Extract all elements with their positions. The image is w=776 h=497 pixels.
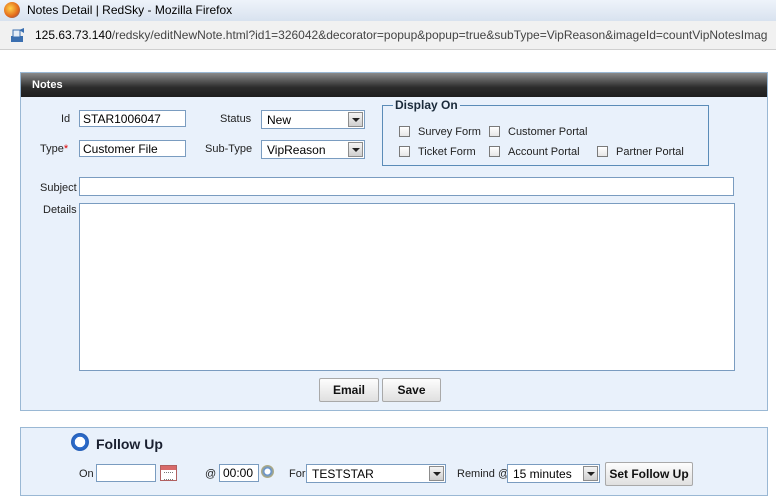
ticket-form-checkbox[interactable] xyxy=(399,146,410,157)
chevron-down-icon[interactable] xyxy=(583,466,598,481)
for-label: For xyxy=(289,468,306,480)
subject-field[interactable] xyxy=(79,177,734,196)
id-field[interactable] xyxy=(79,110,186,127)
display-on-legend: Display On xyxy=(395,98,458,112)
customer-portal-checkbox[interactable] xyxy=(489,126,500,137)
partner-portal-checkbox[interactable] xyxy=(597,146,608,157)
alarm-clock-icon xyxy=(71,433,89,451)
status-select[interactable]: New xyxy=(261,110,365,129)
id-label: Id xyxy=(61,113,71,125)
ticket-form-label: Ticket Form xyxy=(418,146,476,158)
follow-up-title: Follow Up xyxy=(96,436,163,452)
address-bar[interactable]: 125.63.73.140/redsky/editNewNote.html?id… xyxy=(0,21,776,50)
customer-portal-label: Customer Portal xyxy=(508,126,588,138)
chevron-down-icon[interactable] xyxy=(429,466,444,481)
remind-label: Remind @ xyxy=(457,468,510,480)
set-follow-up-button[interactable]: Set Follow Up xyxy=(605,462,693,486)
required-marker: * xyxy=(63,143,69,155)
firefox-icon xyxy=(4,2,20,18)
status-label: Status xyxy=(220,113,252,125)
url-path: /redsky/editNewNote.html?id1=326042&deco… xyxy=(111,28,768,42)
at-label: @ xyxy=(205,468,217,480)
subject-label: Subject xyxy=(40,182,77,194)
notes-panel-header: Notes xyxy=(21,73,767,97)
account-portal-checkbox[interactable] xyxy=(489,146,500,157)
remind-select[interactable]: 15 minutes xyxy=(507,464,600,483)
follow-up-date-field[interactable] xyxy=(96,464,156,482)
clock-icon[interactable] xyxy=(261,465,274,478)
site-identity-icon[interactable] xyxy=(10,27,26,43)
follow-up-for-select[interactable]: TESTSTAR xyxy=(306,464,446,483)
survey-form-checkbox[interactable] xyxy=(399,126,410,137)
subtype-select[interactable]: VipReason xyxy=(261,140,365,159)
subtype-selected-value: VipReason xyxy=(267,143,326,157)
status-selected-value: New xyxy=(267,113,292,127)
on-label: On xyxy=(79,468,94,480)
chevron-down-icon[interactable] xyxy=(348,112,363,127)
remind-selected-value: 15 minutes xyxy=(513,467,572,481)
calendar-icon[interactable] xyxy=(160,465,177,481)
save-button[interactable]: Save xyxy=(382,378,441,402)
window-titlebar: Notes Detail | RedSky - Mozilla Firefox xyxy=(0,0,776,21)
follow-up-time-field[interactable] xyxy=(219,464,259,482)
partner-portal-label: Partner Portal xyxy=(616,146,684,158)
url-host: 125.63.73.140 xyxy=(35,28,112,42)
type-field[interactable] xyxy=(79,140,186,157)
type-label-text: Type xyxy=(40,143,64,155)
account-portal-label: Account Portal xyxy=(508,146,580,158)
survey-form-label: Survey Form xyxy=(418,126,481,138)
subtype-label: Sub-Type xyxy=(205,143,253,155)
for-selected-value: TESTSTAR xyxy=(312,467,374,481)
window-title: Notes Detail | RedSky - Mozilla Firefox xyxy=(27,3,233,17)
type-label: Type* xyxy=(40,143,68,155)
url-text[interactable]: 125.63.73.140/redsky/editNewNote.html?id… xyxy=(35,28,767,42)
details-label: Details xyxy=(43,204,77,216)
email-button[interactable]: Email xyxy=(319,378,379,402)
chevron-down-icon[interactable] xyxy=(348,142,363,157)
details-textarea[interactable] xyxy=(79,203,735,371)
notes-header-title: Notes xyxy=(32,79,63,91)
